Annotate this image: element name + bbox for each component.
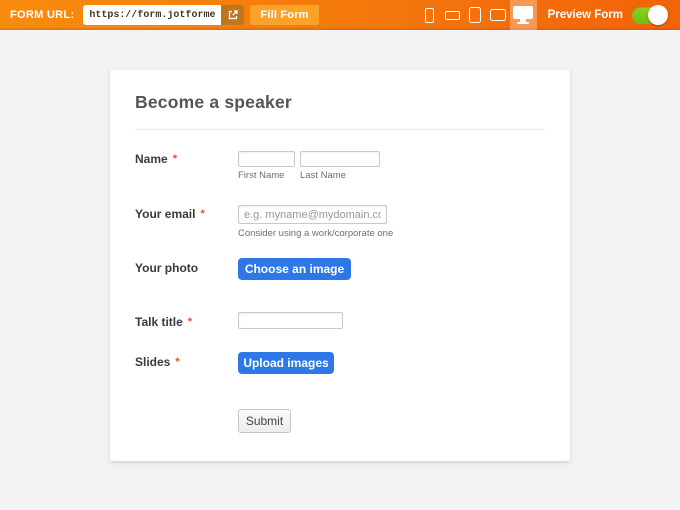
- device-desktop-button[interactable]: [510, 0, 537, 30]
- talk-title-input[interactable]: [238, 312, 343, 329]
- form-url-group: [83, 5, 244, 25]
- form-title: Become a speaker: [135, 92, 292, 113]
- form-url-label: FORM URL:: [10, 9, 74, 21]
- tablet-landscape-icon: [490, 9, 506, 21]
- preview-form-toggle[interactable]: [632, 7, 666, 24]
- email-sublabel: Consider using a work/corporate one: [238, 228, 393, 239]
- desktop-monitor-icon: [513, 6, 533, 24]
- first-name-sublabel: First Name: [238, 170, 284, 181]
- device-preview-switcher: [418, 0, 537, 30]
- tablet-portrait-icon: [469, 7, 481, 23]
- name-field-label: Name*: [135, 152, 177, 166]
- phone-portrait-icon: [425, 8, 434, 23]
- talk-title-field-label: Talk title*: [135, 315, 192, 329]
- photo-field-label: Your photo: [135, 261, 198, 275]
- required-asterisk: *: [188, 316, 192, 328]
- device-phone-portrait-button[interactable]: [418, 0, 441, 30]
- email-field-label: Your email*: [135, 207, 205, 221]
- preview-toolbar: FORM URL: Fill Form Pre: [0, 0, 680, 30]
- last-name-input[interactable]: [300, 151, 380, 167]
- toggle-knob: [648, 5, 668, 25]
- submit-button[interactable]: Submit: [238, 409, 291, 433]
- device-phone-landscape-button[interactable]: [441, 0, 464, 30]
- required-asterisk: *: [200, 208, 204, 220]
- email-input[interactable]: [238, 205, 387, 224]
- required-asterisk: *: [173, 153, 177, 165]
- form-card: Become a speaker Name* First Name Last N…: [110, 70, 570, 461]
- slides-field-label: Slides*: [135, 355, 180, 369]
- upload-images-button[interactable]: Upload images: [238, 352, 334, 374]
- first-name-input[interactable]: [238, 151, 295, 167]
- phone-landscape-icon: [445, 11, 460, 20]
- last-name-sublabel: Last Name: [300, 170, 346, 181]
- fill-form-button[interactable]: Fill Form: [250, 5, 318, 25]
- required-asterisk: *: [175, 356, 179, 368]
- preview-form-label: Preview Form: [548, 9, 623, 21]
- open-form-button[interactable]: [221, 5, 244, 25]
- choose-image-button[interactable]: Choose an image: [238, 258, 351, 280]
- external-link-icon: [227, 9, 239, 21]
- form-url-input[interactable]: [83, 5, 221, 25]
- device-tablet-landscape-button[interactable]: [487, 0, 510, 30]
- title-divider: [135, 129, 545, 130]
- device-tablet-portrait-button[interactable]: [464, 0, 487, 30]
